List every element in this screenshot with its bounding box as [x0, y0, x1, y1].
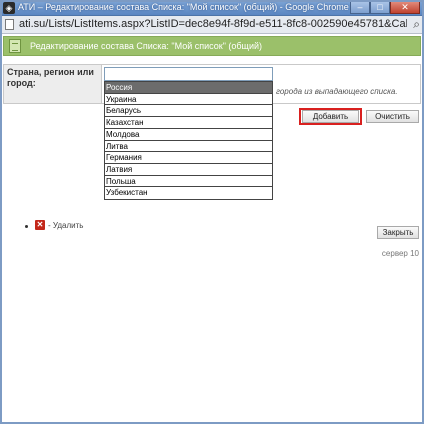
page-header: Редактирование состава Списка: "Мой спис…: [3, 36, 421, 56]
document-icon: [9, 39, 21, 53]
close-button[interactable]: Закрыть: [377, 226, 419, 239]
minimize-button[interactable]: –: [350, 1, 370, 14]
add-button[interactable]: Добавить: [302, 110, 359, 123]
window-title: АТИ – Редактирование состава Списка: "Мо…: [18, 2, 349, 12]
hint-text: города из выпадающего списка.: [276, 87, 398, 96]
close-window-button[interactable]: ✕: [390, 1, 420, 14]
dropdown-item[interactable]: Украина: [105, 94, 272, 106]
delete-label: - Удалить: [48, 221, 84, 230]
location-input[interactable]: [104, 67, 273, 81]
address-bar[interactable]: ati.su/Lists/ListItems.aspx?ListID=dec8e…: [0, 16, 424, 34]
window-controls: – □ ✕: [350, 1, 420, 14]
dropdown-item[interactable]: Казахстан: [105, 117, 272, 129]
page-icon: [5, 19, 14, 30]
maximize-button[interactable]: □: [370, 1, 390, 14]
zoom-icon[interactable]: ⌕: [413, 17, 420, 32]
dropdown-item[interactable]: Германия: [105, 152, 272, 165]
dropdown-item[interactable]: Россия: [105, 82, 272, 94]
dropdown-item[interactable]: Молдова: [105, 129, 272, 141]
form-label-cell: Страна, регион или город:: [3, 64, 102, 104]
window-titlebar: ◈ АТИ – Редактирование состава Списка: "…: [0, 0, 424, 16]
clear-button[interactable]: Очистить: [366, 110, 419, 123]
dropdown-item[interactable]: Беларусь: [105, 105, 272, 118]
location-label: Страна, регион или город:: [7, 67, 94, 88]
dropdown-item[interactable]: Польша: [105, 176, 272, 188]
url-text[interactable]: ati.su/Lists/ListItems.aspx?ListID=dec8e…: [19, 18, 407, 30]
dropdown-item[interactable]: Узбекистан: [105, 187, 272, 199]
server-label: сервер 10: [381, 249, 419, 258]
dropdown-item[interactable]: Литва: [105, 141, 272, 153]
page-title: Редактирование состава Списка: "Мой спис…: [30, 41, 263, 51]
dropdown-item[interactable]: Латвия: [105, 164, 272, 176]
delete-x-icon[interactable]: ✕: [35, 220, 45, 230]
bullet: [25, 225, 28, 228]
app-icon: ◈: [3, 2, 15, 14]
location-dropdown[interactable]: Россия Украина Беларусь Казахстан Молдов…: [104, 81, 273, 201]
